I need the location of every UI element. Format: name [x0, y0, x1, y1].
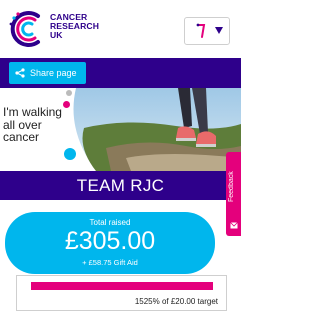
brand-line-3: UK: [50, 30, 63, 40]
account-menu-button[interactable]: [184, 17, 230, 45]
share-page-button[interactable]: Share page: [9, 62, 86, 84]
chevron-down-icon: [215, 27, 223, 34]
hero-banner: I'm walking all over cancer: [0, 88, 241, 171]
team-name: TEAM RJC: [76, 176, 165, 195]
user-icon: [196, 23, 206, 38]
total-raised-amount: £305.00: [64, 227, 156, 255]
feedback-tab[interactable]: Feedback: [226, 152, 241, 236]
total-raised-label: Total raised: [89, 218, 131, 227]
team-header: TEAM RJC: [0, 171, 241, 200]
decor-dot-grey: [66, 90, 72, 96]
total-raised-card: Total raised £305.00 + £58.75 Gift Aid: [5, 212, 215, 274]
gift-aid-amount: + £58.75 Gift Aid: [82, 258, 138, 267]
brand-name: CANCER RESEARCH UK: [50, 13, 99, 40]
progress-fill: [31, 282, 213, 290]
decor-dot-blue: [64, 148, 76, 160]
share-bar: Share page: [0, 58, 241, 88]
cancer-research-logo-icon[interactable]: [8, 10, 46, 48]
share-icon: [15, 68, 25, 78]
banner-tagline: I'm walking all over cancer: [3, 105, 62, 144]
fundraising-progress: 1525% of £20.00 target: [16, 275, 227, 311]
feedback-label: Feedback: [228, 171, 235, 203]
decor-dot-pink: [63, 101, 70, 108]
site-header: CANCER RESEARCH UK: [0, 0, 241, 58]
mail-icon: [230, 222, 238, 229]
progress-text: 1525% of £20.00 target: [134, 297, 218, 306]
share-page-label: Share page: [30, 68, 77, 78]
hero-photo-walking: [73, 88, 241, 171]
progress-track: [31, 282, 213, 290]
